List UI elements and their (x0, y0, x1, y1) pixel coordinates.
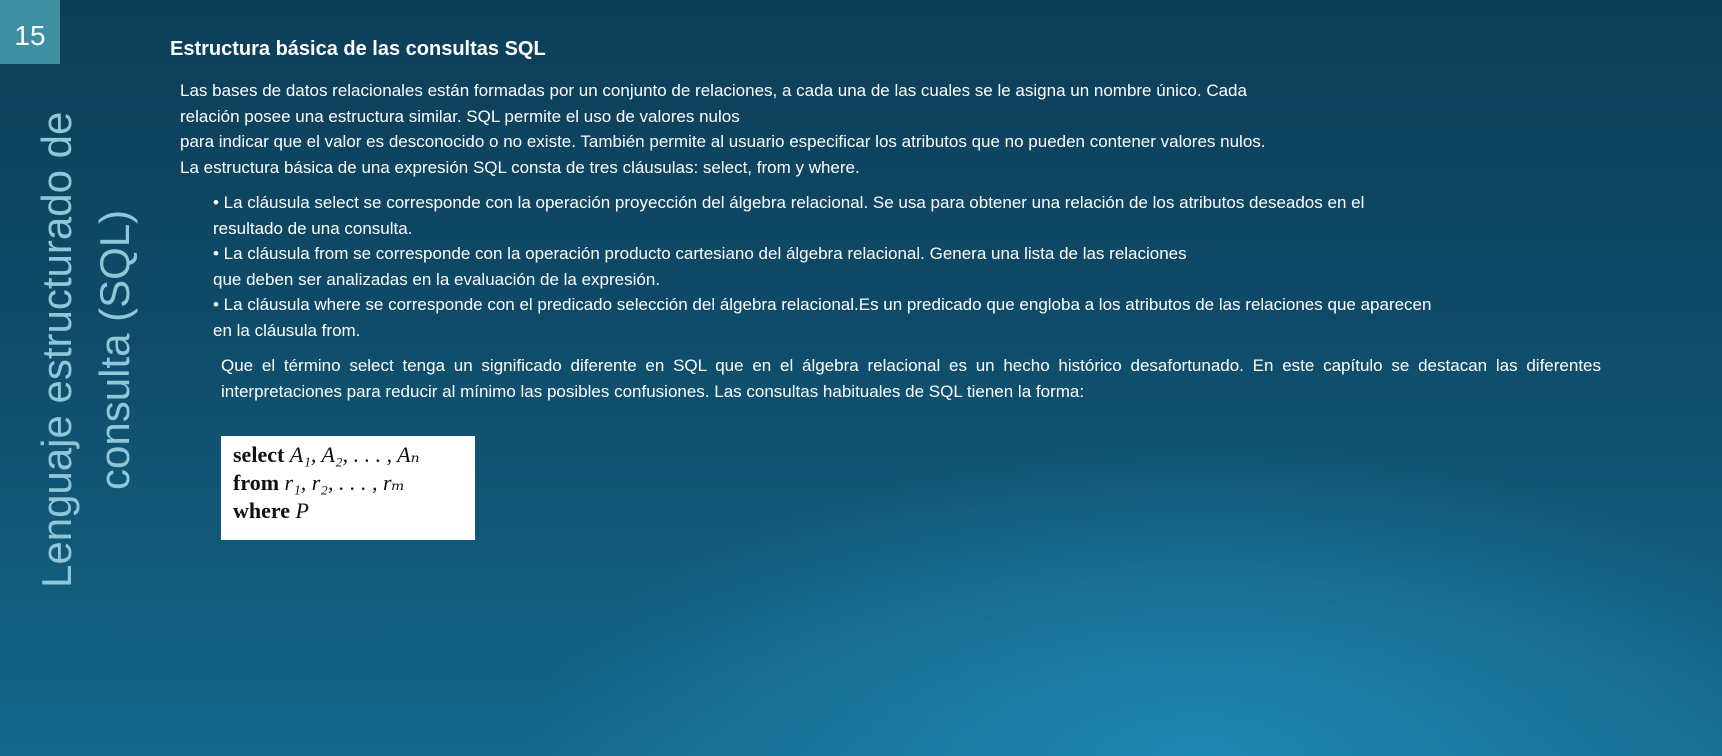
select-line: select A₁, A₂, . . . , Aₙ (233, 441, 475, 469)
bullet-line: en la cláusula from. (213, 320, 361, 340)
intro-line: para indicar que el valor es desconocido… (180, 132, 1266, 151)
from-relations: r₁, r₂, . . . , rₘ (284, 470, 406, 495)
sql-query-form-image: select A₁, A₂, . . . , Aₙ from r₁, r₂, .… (221, 436, 475, 540)
where-predicate: P (295, 498, 309, 523)
bullet-line: • La cláusula from se corresponde con la… (213, 244, 1187, 263)
intro-line: relación posee una estructura similar. S… (180, 106, 740, 126)
closing-paragraph: Que el término select tenga un significa… (221, 356, 1601, 401)
where-keyword: where (233, 498, 291, 523)
section-heading: Estructura básica de las consultas SQL (170, 38, 546, 60)
slide-number: 15 (0, 0, 60, 64)
intro-paragraph: Las bases de datos relacionales están fo… (180, 78, 1470, 180)
clause-bullet-list: • La cláusula select se corresponde con … (213, 190, 1613, 343)
bullet-line: resultado de una consulta. (213, 218, 413, 238)
slide-title: Lenguaje estructurado de consulta (SQL) (33, 111, 138, 589)
bullet-line: • La cláusula select se corresponde con … (213, 193, 1365, 212)
bullet-line: que deben ser analizadas en la evaluació… (213, 269, 661, 289)
intro-line: Las bases de datos relacionales están fo… (180, 81, 1247, 100)
from-keyword: from (233, 470, 280, 495)
select-keyword: select (233, 442, 285, 467)
from-line: from r₁, r₂, . . . , rₘ (233, 469, 475, 497)
intro-line: La estructura básica de una expresión SQ… (180, 157, 860, 177)
bullet-line: • La cláusula where se corresponde con e… (213, 295, 1432, 314)
where-line: where P (233, 497, 475, 525)
select-attributes: A₁, A₂, . . . , Aₙ (289, 442, 420, 467)
